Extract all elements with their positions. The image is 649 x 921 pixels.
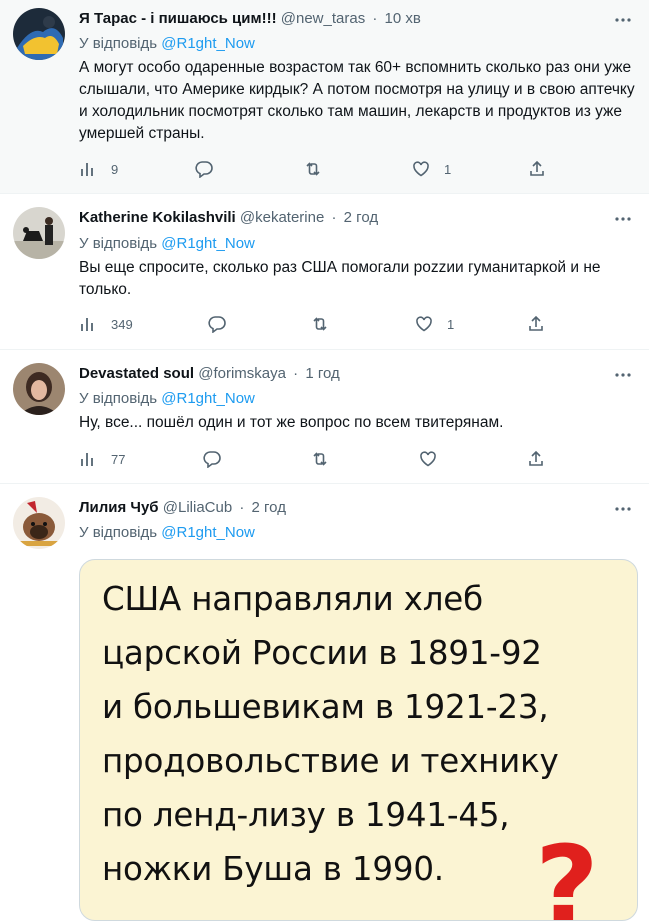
share-icon: [529, 450, 543, 466]
reply-prefix: У відповідь: [79, 524, 158, 541]
share-icon: [529, 315, 543, 331]
separator-dot: ·: [239, 499, 245, 516]
timestamp[interactable]: 1 год: [305, 365, 339, 382]
separator-dot: ·: [331, 209, 337, 226]
separator-dot: ·: [293, 365, 299, 382]
reply-context: У відповідь @R1ght_Now: [79, 35, 255, 52]
retweet-icon: [306, 162, 320, 176]
views-button[interactable]: 77: [79, 447, 125, 471]
reply-to-link[interactable]: @R1ght_Now: [161, 235, 255, 252]
views-count: 349: [111, 316, 133, 332]
author-name[interactable]: Katherine Kokilashvili: [79, 209, 236, 226]
author-name[interactable]: Лилия Чуб: [79, 499, 159, 516]
views-count: 9: [111, 161, 119, 177]
reply-context: У відповідь @R1ght_Now: [79, 235, 255, 252]
more-dots-icon[interactable]: [613, 499, 633, 519]
tweet-actions: 9 1: [79, 157, 559, 181]
reply-prefix: У відповідь: [79, 35, 158, 52]
author-handle[interactable]: @kekaterine: [240, 209, 324, 226]
reply-prefix: У відповідь: [79, 390, 158, 407]
reply-context: У відповідь @R1ght_Now: [79, 524, 255, 541]
author-name[interactable]: Devastated soul: [79, 365, 194, 382]
views-button[interactable]: 349: [79, 312, 133, 336]
tweet-header: Лилия Чуб @LiliaCub · 2 год: [79, 499, 599, 516]
timestamp[interactable]: 2 год: [252, 499, 286, 516]
heart-icon: [416, 316, 432, 332]
share-icon: [530, 160, 544, 176]
reply-to-link[interactable]: @R1ght_Now: [161, 390, 255, 407]
tweet-text: А могут особо одаренные возрастом так 60…: [79, 59, 635, 142]
bar-chart-icon: [81, 318, 93, 331]
tweet-header: Devastated soul @forimskaya · 1 год: [79, 365, 599, 382]
tweet[interactable]: Я Тарас - і пишаюсь цим!!! @new_taras · …: [0, 0, 649, 194]
retweet-button[interactable]: [311, 312, 329, 336]
views-button[interactable]: 9: [79, 157, 118, 181]
heart-icon: [420, 451, 436, 467]
tweet[interactable]: Katherine Kokilashvili @kekaterine · 2 г…: [0, 193, 649, 350]
share-button[interactable]: [527, 447, 545, 471]
reply-to-link[interactable]: @R1ght_Now: [161, 35, 255, 52]
tweet-text: Ну, все... пошёл один и тот же вопрос по…: [79, 414, 504, 431]
reply-context: У відповідь @R1ght_Now: [79, 390, 255, 407]
author-name[interactable]: Я Тарас - і пишаюсь цим!!!: [79, 10, 277, 27]
like-button[interactable]: 1: [412, 157, 451, 181]
tweet-header: Katherine Kokilashvili @kekaterine · 2 г…: [79, 209, 599, 226]
more-dots-icon[interactable]: [613, 209, 633, 229]
reply-button[interactable]: [195, 157, 213, 181]
like-button[interactable]: [419, 447, 437, 471]
reply-bubble-icon: [195, 161, 213, 178]
avatar[interactable]: [13, 363, 65, 415]
bar-chart-icon: [81, 453, 93, 466]
tweet[interactable]: Devastated soul @forimskaya · 1 год У ві…: [0, 349, 649, 484]
avatar[interactable]: [13, 8, 65, 60]
heart-icon: [413, 161, 429, 177]
avatar[interactable]: [13, 497, 65, 549]
reply-button[interactable]: [203, 447, 221, 471]
reply-bubble-icon: [208, 316, 226, 333]
author-handle[interactable]: @forimskaya: [198, 365, 286, 382]
tweet-text: Вы еще спросите, сколько раз США помогал…: [79, 259, 601, 298]
more-dots-icon[interactable]: [613, 10, 633, 30]
share-button[interactable]: [527, 312, 545, 336]
reply-prefix: У відповідь: [79, 235, 158, 252]
timestamp[interactable]: 2 год: [344, 209, 378, 226]
tweet-actions: 77: [79, 447, 559, 471]
views-count: 77: [111, 451, 126, 467]
bar-chart-icon: [81, 163, 93, 176]
author-handle[interactable]: @LiliaCub: [163, 499, 232, 516]
retweet-icon: [313, 317, 327, 331]
retweet-icon: [313, 452, 327, 466]
tweet-header: Я Тарас - і пишаюсь цим!!! @new_taras · …: [79, 10, 599, 27]
likes-count: 1: [444, 161, 452, 177]
reply-to-link[interactable]: @R1ght_Now: [161, 524, 255, 541]
author-handle[interactable]: @new_taras: [281, 10, 365, 27]
reply-bubble-icon: [203, 451, 221, 468]
question-mark: ?: [535, 822, 599, 921]
likes-count: 1: [447, 316, 455, 332]
tweet-image[interactable]: США направляли хлеб царской России в 189…: [79, 559, 638, 921]
reply-button[interactable]: [208, 312, 226, 336]
separator-dot: ·: [372, 10, 378, 27]
retweet-button[interactable]: [304, 157, 322, 181]
tweet-actions: 349 1: [79, 312, 559, 336]
share-button[interactable]: [528, 157, 546, 181]
more-dots-icon[interactable]: [613, 365, 633, 385]
like-button[interactable]: 1: [415, 312, 454, 336]
timestamp[interactable]: 10 хв: [385, 10, 421, 27]
avatar[interactable]: [13, 207, 65, 259]
retweet-button[interactable]: [311, 447, 329, 471]
